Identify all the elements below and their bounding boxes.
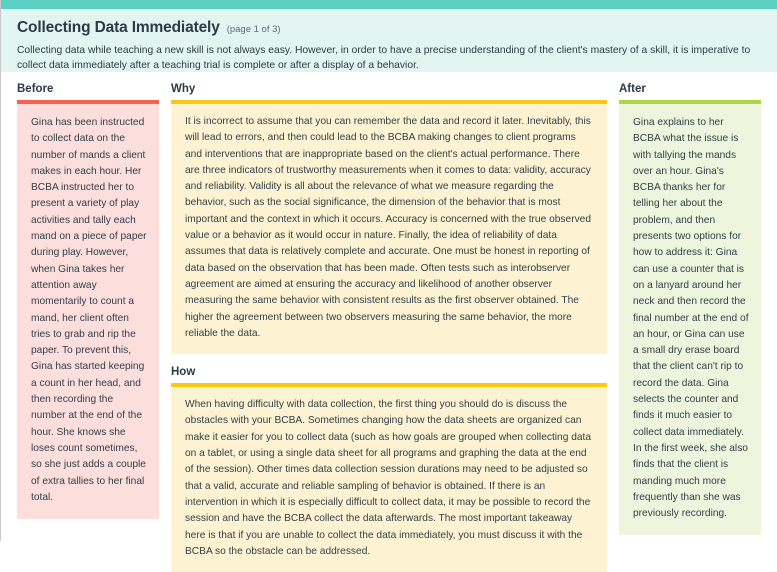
after-panel: Gina explains to her BCBA what the issue… (619, 104, 761, 536)
how-body-text: When having difficulty with data collect… (185, 399, 592, 557)
page-header: Collecting Data Immediately (page 1 of 3… (1, 9, 777, 72)
page-title: Collecting Data Immediately (17, 19, 220, 36)
title-row: Collecting Data Immediately (page 1 of 3… (17, 19, 761, 37)
column-middle: Why It is incorrect to assume that you c… (171, 83, 607, 572)
how-section-label: How (171, 366, 196, 379)
content-columns: Before Gina has been instructed to colle… (1, 72, 777, 572)
how-panel: When having difficulty with data collect… (171, 387, 607, 572)
after-body-text: Gina explains to her BCBA what the issue… (633, 117, 749, 520)
why-section-label: Why (171, 83, 196, 95)
intro-paragraph: Collecting data while teaching a new ski… (17, 45, 751, 71)
after-section-label: After (619, 83, 646, 95)
column-before: Before Gina has been instructed to colle… (17, 83, 159, 520)
column-after: After Gina explains to her BCBA what the… (619, 83, 761, 536)
why-panel: It is incorrect to assume that you can r… (171, 104, 607, 355)
why-body-text: It is incorrect to assume that you can r… (185, 116, 592, 339)
before-body-text: Gina has been instructed to collect data… (31, 117, 147, 503)
before-panel: Gina has been instructed to collect data… (17, 104, 159, 520)
page-indicator: (page 1 of 3) (226, 24, 281, 35)
before-section-label: Before (17, 83, 54, 95)
top-accent-strip (1, 0, 777, 9)
